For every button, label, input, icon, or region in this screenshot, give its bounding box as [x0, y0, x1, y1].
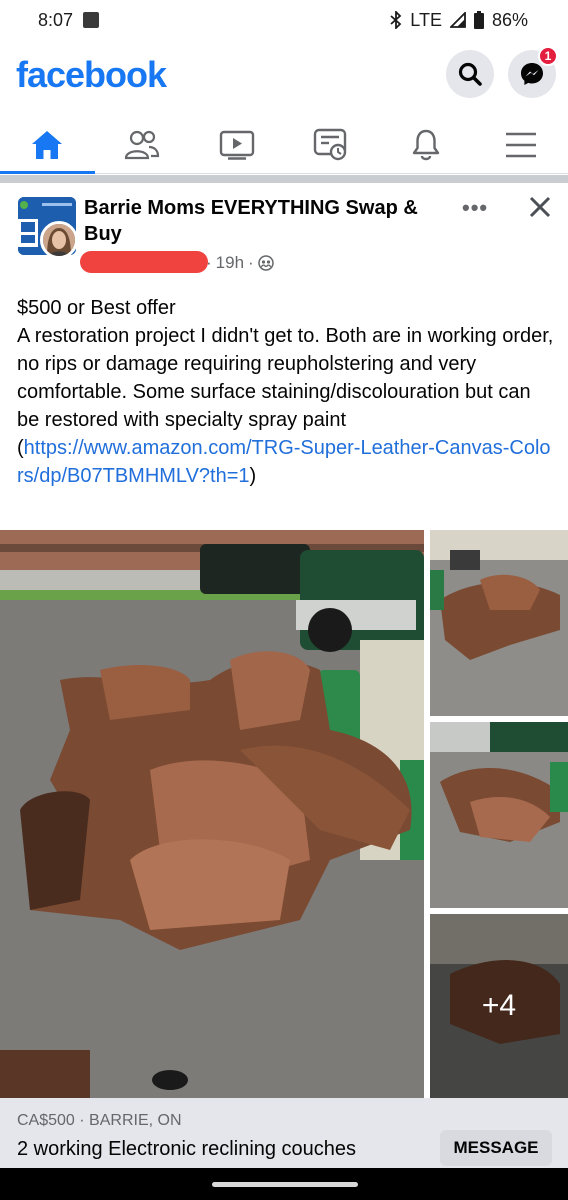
amazon-link[interactable]: https://www.amazon.com/TRG-Super-Leather…: [17, 437, 551, 487]
tab-home[interactable]: [0, 116, 95, 174]
listing-price-location: CA$500 · BARRIE, ON: [17, 1112, 182, 1129]
thumb-photo-2[interactable]: [430, 722, 568, 908]
network-type: LTE: [410, 9, 442, 30]
post-meta: · 19h ·: [206, 253, 274, 273]
thumb-photo-1[interactable]: [430, 530, 568, 716]
post-body: $500 or Best offer A restoration project…: [17, 294, 557, 490]
main-photo[interactable]: [0, 530, 424, 1098]
tab-feeds[interactable]: [284, 116, 379, 173]
meta-dot: ·: [206, 253, 212, 272]
messenger-badge: 1: [538, 46, 558, 66]
close-post-button[interactable]: [526, 193, 554, 226]
group-audience-icon: [257, 255, 274, 271]
couch-photo-thumb-1: [430, 530, 568, 716]
messenger-button[interactable]: 1: [508, 46, 558, 98]
search-icon: [458, 62, 482, 86]
post-price-line: $500 or Best offer: [17, 297, 176, 319]
post-header: Barrie Moms EVERYTHING Swap & Buy · 19h …: [0, 183, 568, 283]
feeds-icon: [314, 128, 347, 160]
close-icon: [529, 196, 551, 218]
tab-watch[interactable]: [189, 116, 284, 173]
description-text: A restoration project I didn't get to. B…: [17, 325, 554, 431]
tab-menu[interactable]: [473, 116, 568, 173]
couch-photo-thumb-2: [430, 722, 568, 908]
search-button[interactable]: [446, 50, 494, 98]
friends-icon: [124, 130, 160, 159]
marketplace-listing[interactable]: CA$500 · BARRIE, ON 2 working Electronic…: [0, 1098, 568, 1168]
user-avatar[interactable]: [40, 221, 78, 259]
meta-dot-2: ·: [248, 253, 254, 272]
more-options-icon[interactable]: •••: [462, 195, 488, 221]
user-photo: [43, 224, 75, 256]
notification-square-icon: [83, 12, 100, 28]
link-close-paren: ): [249, 465, 257, 487]
message-button[interactable]: MESSAGE: [440, 1130, 552, 1166]
couch-photo-main: [0, 530, 424, 1098]
main-tabs: [0, 116, 568, 174]
status-bar: 8:07 LTE 86%: [0, 0, 568, 40]
status-time: 8:07: [38, 9, 74, 30]
battery-icon: [473, 11, 484, 29]
home-icon: [32, 130, 63, 159]
more-photos-overlay[interactable]: +4: [430, 914, 568, 1098]
app-header: facebook 1: [0, 44, 568, 108]
group-name[interactable]: Barrie Moms EVERYTHING Swap & Buy: [84, 195, 454, 247]
post-description: A restoration project I didn't get to. B…: [17, 322, 557, 434]
listing-title: 2 working Electronic reclining couches: [17, 1138, 357, 1160]
watch-icon: [219, 130, 254, 160]
feed-divider: [0, 175, 568, 183]
link-open-paren: (: [17, 437, 24, 459]
tab-friends[interactable]: [95, 116, 190, 173]
thumb-photo-3[interactable]: +4: [430, 914, 568, 1098]
post-time[interactable]: 19h: [216, 253, 244, 273]
tab-notifications[interactable]: [379, 116, 474, 173]
signal-icon: [449, 12, 466, 28]
battery-percent: 86%: [491, 9, 528, 30]
post-link-line: (https://www.amazon.com/TRG-Super-Leathe…: [17, 434, 557, 490]
menu-icon: [505, 132, 536, 157]
notifications-bell-icon: [412, 129, 440, 160]
system-nav-bar: [0, 1168, 568, 1200]
home-gesture-pill[interactable]: [212, 1182, 358, 1187]
redacted-author-name: [80, 251, 208, 273]
photo-grid: +4: [0, 530, 568, 1098]
facebook-logo[interactable]: facebook: [16, 54, 167, 96]
bluetooth-icon: [390, 11, 402, 29]
